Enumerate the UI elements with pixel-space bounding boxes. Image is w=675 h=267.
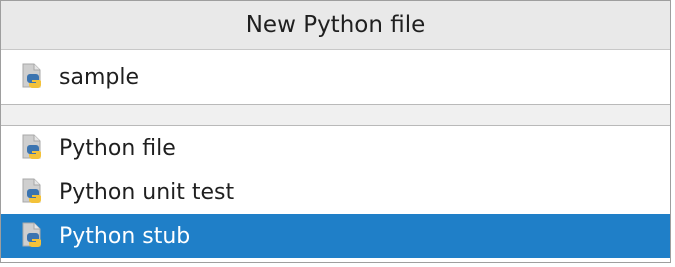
- python-file-icon: [17, 221, 47, 251]
- template-label: Python stub: [59, 223, 191, 249]
- popup-title: New Python file: [1, 1, 670, 50]
- python-file-icon: [17, 133, 47, 163]
- new-python-file-popup: New Python file Python file: [0, 0, 671, 263]
- python-file-icon: [17, 62, 47, 92]
- template-item-python-file[interactable]: Python file: [1, 126, 670, 170]
- list-separator: [1, 105, 670, 126]
- template-label: Python unit test: [59, 179, 235, 205]
- template-item-python-unit-test[interactable]: Python unit test: [1, 170, 670, 214]
- template-item-python-stub[interactable]: Python stub: [1, 214, 670, 258]
- file-name-row[interactable]: [1, 50, 670, 105]
- template-list: Python file Python unit test Python stub: [1, 126, 670, 258]
- template-label: Python file: [59, 135, 176, 161]
- python-file-icon: [17, 177, 47, 207]
- file-name-input[interactable]: [59, 64, 619, 90]
